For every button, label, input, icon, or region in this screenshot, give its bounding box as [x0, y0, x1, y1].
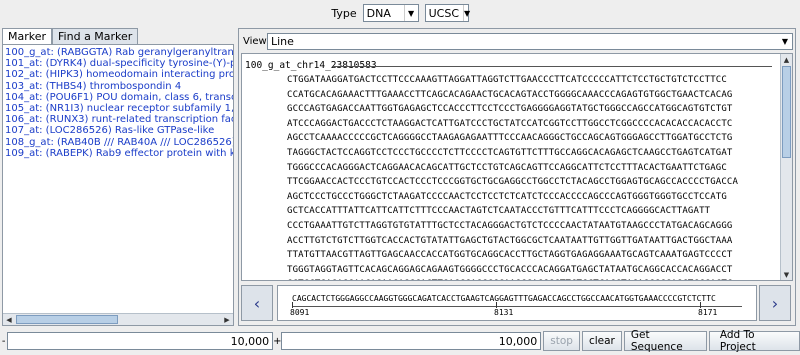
marker-tabs: Marker Find a Marker: [2, 28, 139, 44]
scroll-up-icon[interactable]: ▲: [781, 54, 792, 65]
add-to-project-button[interactable]: Add To Project: [708, 329, 800, 353]
bottom-toolbar: - 10,000 + 10,000 stop clear Get Sequenc…: [0, 329, 800, 353]
tick-label: 8091: [290, 308, 310, 317]
list-item[interactable]: 108_g_at: (RAB40B /// RAB40A /// LOC2865…: [3, 137, 233, 148]
sequence-line: CCCTGAAATTGTCTTAGGTGTGTATTTGCTCCTACAGGGA…: [287, 220, 733, 231]
marker-list[interactable]: 100_g_at: (RABGGTA) Rab geranylgeranyltr…: [2, 44, 234, 326]
list-item[interactable]: 105_at: (NR1I3) nuclear receptor subfami…: [3, 103, 233, 114]
scroll-left-icon[interactable]: ◀: [3, 314, 15, 325]
chevron-left-icon: ‹: [253, 293, 261, 313]
navigation-strip: ‹ CAGCACTCTGGGAGGCCAAGGTGGGCAGATCACCTGAA…: [241, 285, 793, 323]
sequence-panel: View: Line ▼ 100_g_at_chr14_23810583 CTG…: [238, 28, 796, 326]
marker-panel: Marker Find a Marker 100_g_at: (RABGGTA)…: [2, 28, 234, 326]
scroll-thumb[interactable]: [16, 315, 118, 324]
list-item[interactable]: 103_at: (THBS4) thrombospondin 4: [3, 81, 233, 92]
detail-sequence-view: CAGCACTCTGGGAGGCCAAGGTGGGCAGATCACCTGAAGT…: [277, 285, 757, 321]
view-row: View: Line ▼: [243, 32, 793, 50]
tab-marker[interactable]: Marker: [2, 28, 53, 44]
next-button[interactable]: ›: [759, 285, 791, 321]
sequence-line: CCATGCACAGAAACTTTGAAACCTTCAGCACAGAACTGCA…: [287, 89, 733, 100]
type-select[interactable]: DNA ▼: [362, 4, 419, 22]
sequence-lines: CTGGATAAGGATGACTCCTTCCCAAAGTTAGGATTAGGTC…: [287, 73, 739, 280]
chevron-down-icon: ▼: [403, 5, 418, 21]
view-label: View:: [243, 35, 270, 47]
list-item[interactable]: 102_at: (HIPK3) homeodomain interacting …: [3, 69, 233, 80]
chevron-right-icon: ›: [771, 293, 779, 313]
chevron-down-icon: ▼: [463, 5, 470, 21]
sequence-line: GCCCAGTGAGACCAATTGGTGAGAGCTCCACCCTTCCTCC…: [287, 104, 733, 115]
list-item[interactable]: 100_g_at: (RABGGTA) Rab geranylgeranyltr…: [3, 47, 233, 58]
sequence-line: TTATGTTAACGTTAGTTGAGCAACCACCATGGTGCAGGCA…: [287, 250, 733, 261]
minus-label: -: [1, 335, 6, 347]
stop-button[interactable]: stop: [543, 331, 580, 351]
tab-find-a-marker[interactable]: Find a Marker: [52, 28, 139, 44]
sequence-line: ATCCCAGGACTGACCCTCTAAGGACTCATTGATCCCTGCT…: [287, 118, 733, 129]
scroll-right-icon[interactable]: ▶: [221, 314, 233, 325]
tick-label: 8171: [698, 308, 718, 317]
scroll-thumb[interactable]: [782, 66, 791, 158]
detail-sequence: CAGCACTCTGGGAGGCCAAGGTGGGCAGATCACCTGAAGT…: [292, 294, 716, 303]
list-item[interactable]: 104_at: (POU6F1) POU domain, class 6, tr…: [3, 92, 233, 103]
view-select[interactable]: Line ▼: [267, 32, 793, 50]
source-select[interactable]: UCSC ▼: [424, 4, 470, 22]
get-sequence-button[interactable]: Get Sequence: [623, 329, 707, 353]
sequence-line: CTGGATAAGGATGACTCCTTCCCAAAGTTAGGATTAGGTC…: [287, 75, 727, 85]
list-item[interactable]: 106_at: (RUNX3) runt-related transcripti…: [3, 114, 233, 125]
downstream-field[interactable]: 10,000: [281, 332, 542, 350]
sequence-line: TGGGCCCACAGGGACTCAGGAACACAGCATTGCTCCTGTC…: [287, 162, 727, 173]
sequence-ruler: [332, 66, 772, 67]
chevron-down-icon: ▼: [781, 36, 789, 46]
list-item[interactable]: 101_at: (DYRK4) dual-specificity tyrosin…: [3, 58, 233, 69]
plus-label: +: [273, 335, 282, 347]
sequence-line: GCTCACCATTTATTCATTCATTCTTTCCCAACTAGTCTCA…: [287, 206, 711, 217]
horizontal-scrollbar[interactable]: ◀ ▶: [3, 313, 233, 325]
vertical-scrollbar[interactable]: ▲ ▼: [780, 54, 792, 280]
previous-button[interactable]: ‹: [241, 285, 273, 321]
toolbar: Type DNA ▼ UCSC ▼: [0, 0, 800, 26]
sequence-line: AGCTCCCTGCCCTGGGCTCTAAGATCCCCAACTCCTCCTC…: [287, 191, 727, 202]
upstream-field[interactable]: 10,000: [7, 332, 274, 350]
type-select-value: DNA: [366, 6, 391, 20]
tick-label: 8131: [494, 308, 514, 317]
sequence-line: TAGGGCTACTCCAGGTCCTCCCTGCCCCTCTTCCCCTCAG…: [287, 147, 733, 158]
source-select-value: UCSC: [428, 6, 460, 20]
list-item[interactable]: 107_at: (LOC286526) Ras-like GTPase-like: [3, 125, 233, 136]
sequence-line: TTCGGAACCACTCCCTGTCCACTCCCTCCCGGTGCTGCGA…: [287, 177, 739, 188]
sequence-line: TGGGTAGGTAGTTCACAGCAGGAGCAGAAGTGGGGCCCTG…: [287, 264, 733, 275]
view-select-value: Line: [271, 34, 294, 48]
clear-button[interactable]: clear: [581, 331, 622, 351]
marker-list-body: 100_g_at: (RABGGTA) Rab geranylgeranyltr…: [3, 45, 233, 159]
type-label: Type: [331, 6, 357, 20]
list-item[interactable]: 109_at: (RABEPK) Rab9 effector protein w…: [3, 148, 233, 159]
sequence-line: AGCCTCAAAACCCCCGCTCAGGGGCCTAAGAGAGAATTTC…: [287, 133, 733, 144]
scroll-down-icon[interactable]: ▼: [781, 269, 792, 280]
sequence-view[interactable]: 100_g_at_chr14_23810583 CTGGATAAGGATGACT…: [241, 53, 793, 281]
sequence-line: GGTGCTGAGAGGAACAGAAGAGGCACTTGACCGAGCCCCA…: [287, 277, 738, 280]
detail-axis: [292, 306, 742, 307]
sequence-line: ACCTTGTCTGTCTTGGTCACCACTGTATATTGAGCTGTAC…: [287, 235, 733, 246]
